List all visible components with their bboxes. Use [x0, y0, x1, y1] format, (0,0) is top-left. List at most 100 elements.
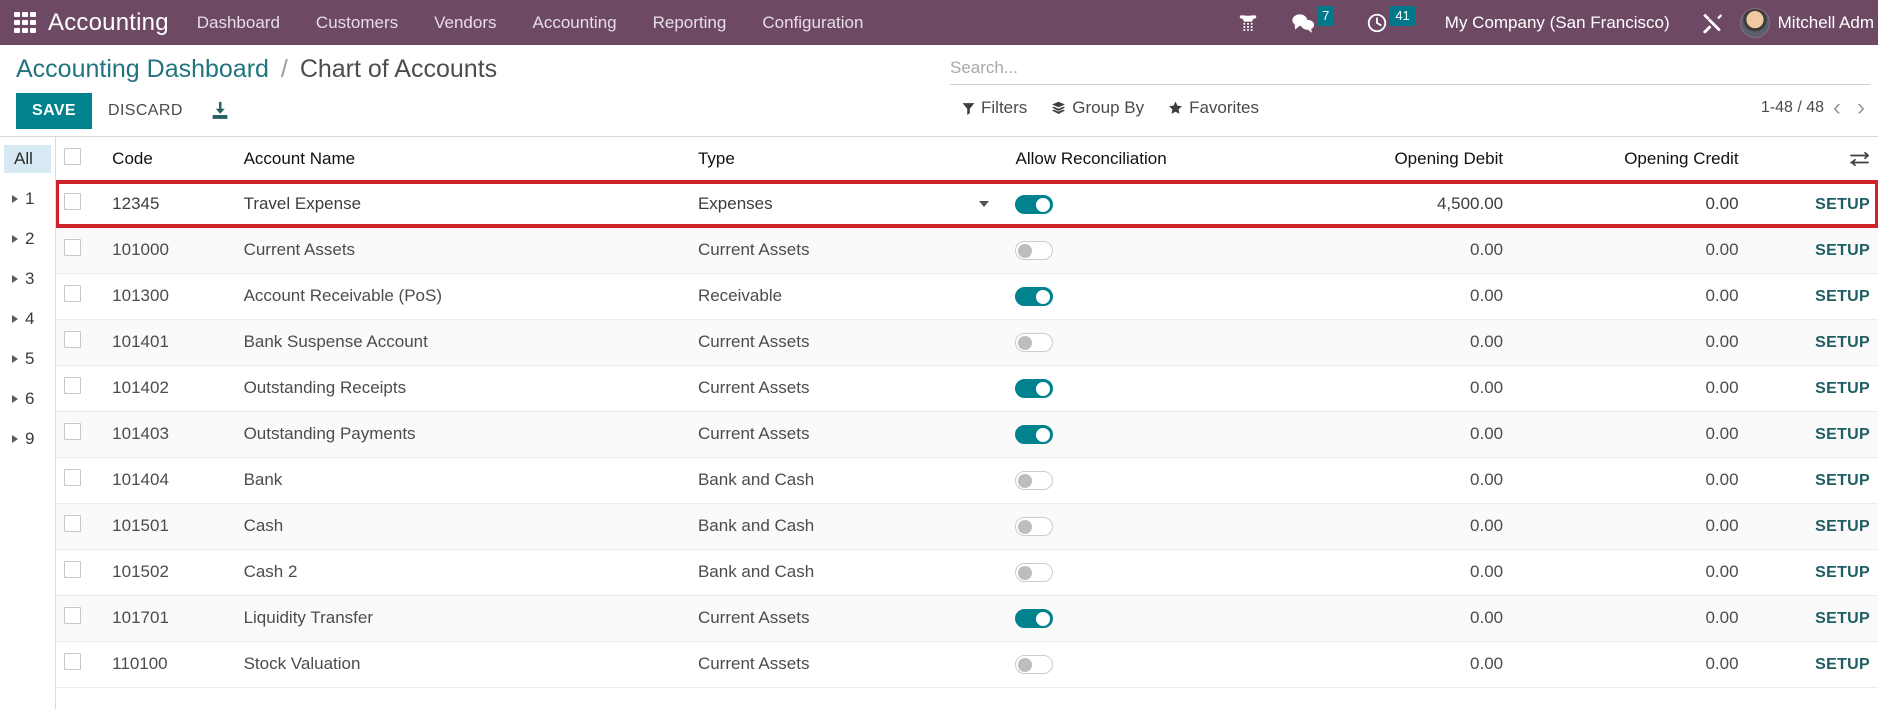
- table-row[interactable]: 101402 Outstanding Receipts Current Assets…: [56, 365, 1878, 411]
- cell-opening-debit[interactable]: 0.00: [1232, 549, 1511, 595]
- row-checkbox[interactable]: [64, 377, 81, 394]
- row-checkbox[interactable]: [64, 653, 81, 670]
- group-by-button[interactable]: Group By: [1039, 96, 1156, 120]
- app-brand-accounting[interactable]: Accounting: [46, 9, 179, 37]
- sidebar-item-all[interactable]: All: [4, 145, 51, 173]
- setup-button[interactable]: SETUP: [1815, 242, 1870, 259]
- table-row[interactable]: 101701 Liquidity Transfer Current Assets 0.…: [56, 595, 1878, 641]
- row-checkbox[interactable]: [64, 607, 81, 624]
- row-checkbox[interactable]: [64, 331, 81, 348]
- cell-opening-debit[interactable]: 0.00: [1232, 227, 1511, 273]
- favorites-button[interactable]: Favorites: [1156, 96, 1271, 120]
- chevron-left-icon[interactable]: ‹: [1826, 96, 1848, 120]
- cell-code[interactable]: 101300: [104, 273, 235, 319]
- sidebar-node-5[interactable]: 5: [0, 339, 55, 379]
- menu-customers[interactable]: Customers: [298, 1, 416, 45]
- cell-opening-credit[interactable]: 0.00: [1511, 503, 1746, 549]
- cell-opening-credit[interactable]: 0.00: [1511, 549, 1746, 595]
- table-row[interactable]: 101000 Current Assets Current Assets 0.00 0.…: [56, 227, 1878, 273]
- cell-opening-credit[interactable]: 0.00: [1511, 227, 1746, 273]
- company-switcher[interactable]: My Company (San Francisco): [1431, 13, 1684, 33]
- row-checkbox[interactable]: [64, 285, 81, 302]
- header-account-name[interactable]: Account Name: [235, 137, 690, 182]
- cell-account-name[interactable]: Outstanding Receipts: [236, 365, 690, 411]
- cell-account-name[interactable]: Bank: [236, 457, 690, 503]
- cell-account-name[interactable]: Cash: [236, 503, 690, 549]
- menu-accounting[interactable]: Accounting: [515, 1, 635, 45]
- cell-type[interactable]: Expenses: [690, 181, 1008, 227]
- table-row[interactable]: 101502 Cash 2 Bank and Cash 0.00 0.00 SETUP: [56, 549, 1878, 595]
- messaging-chat-icon[interactable]: 7: [1275, 0, 1350, 45]
- caret-right-icon[interactable]: [12, 275, 18, 283]
- cell-type[interactable]: Receivable: [690, 273, 1008, 319]
- row-checkbox[interactable]: [64, 193, 81, 210]
- setup-button[interactable]: SETUP: [1815, 196, 1870, 213]
- reconciliation-toggle[interactable]: [1015, 241, 1054, 260]
- header-code[interactable]: Code: [104, 137, 236, 182]
- setup-button[interactable]: SETUP: [1815, 334, 1870, 351]
- user-menu-name[interactable]: Mitchell Adm: [1778, 13, 1874, 33]
- reconciliation-toggle[interactable]: [1015, 425, 1054, 444]
- cell-type[interactable]: Bank and Cash: [690, 549, 1008, 595]
- menu-dashboard[interactable]: Dashboard: [179, 1, 298, 45]
- setup-button[interactable]: SETUP: [1815, 380, 1870, 397]
- setup-button[interactable]: SETUP: [1815, 610, 1870, 627]
- cell-code[interactable]: 101402: [104, 365, 235, 411]
- reconciliation-toggle[interactable]: [1015, 563, 1054, 582]
- setup-button[interactable]: SETUP: [1815, 472, 1870, 489]
- cell-code[interactable]: 101404: [104, 457, 235, 503]
- search-input[interactable]: [950, 57, 1870, 78]
- cell-account-name[interactable]: Stock Valuation: [236, 641, 690, 687]
- cell-code[interactable]: 101502: [104, 549, 235, 595]
- sidebar-node-9[interactable]: 9: [0, 419, 55, 459]
- table-row[interactable]: 101501 Cash Bank and Cash 0.00 0.00 SETUP: [56, 503, 1878, 549]
- header-type[interactable]: Type: [689, 137, 1008, 182]
- setup-button[interactable]: SETUP: [1815, 518, 1870, 535]
- cell-code[interactable]: 101000: [104, 227, 235, 273]
- sidebar-node-6[interactable]: 6: [0, 379, 55, 419]
- cell-code[interactable]: 101401: [104, 319, 235, 365]
- cell-opening-debit[interactable]: 0.00: [1232, 365, 1511, 411]
- cell-opening-credit[interactable]: 0.00: [1511, 641, 1746, 687]
- cell-account-name[interactable]: Travel Expense: [236, 181, 690, 227]
- setup-button[interactable]: SETUP: [1815, 656, 1870, 673]
- setup-button[interactable]: SETUP: [1815, 288, 1870, 305]
- user-avatar[interactable]: [1739, 7, 1770, 38]
- column-options-icon[interactable]: [1755, 151, 1870, 167]
- voip-dialpad-icon[interactable]: [1221, 0, 1275, 45]
- row-checkbox[interactable]: [64, 423, 81, 440]
- cell-opening-debit[interactable]: 0.00: [1232, 457, 1511, 503]
- sidebar-node-1[interactable]: 1: [0, 179, 55, 219]
- cell-opening-credit[interactable]: 0.00: [1511, 319, 1746, 365]
- cell-type[interactable]: Bank and Cash: [690, 503, 1008, 549]
- cell-opening-debit[interactable]: 0.00: [1232, 273, 1511, 319]
- cell-code[interactable]: 101403: [104, 411, 235, 457]
- reconciliation-toggle[interactable]: [1015, 333, 1054, 352]
- chevron-down-icon[interactable]: [979, 201, 990, 207]
- cell-account-name[interactable]: Bank Suspense Account: [236, 319, 690, 365]
- cell-code[interactable]: 110100: [104, 641, 235, 687]
- row-checkbox[interactable]: [64, 239, 81, 256]
- caret-right-icon[interactable]: [12, 395, 18, 403]
- caret-right-icon[interactable]: [12, 195, 18, 203]
- cell-type[interactable]: Current Assets: [690, 365, 1008, 411]
- reconciliation-toggle[interactable]: [1015, 379, 1054, 398]
- apps-grid-icon[interactable]: [12, 10, 38, 36]
- menu-reporting[interactable]: Reporting: [635, 1, 745, 45]
- cell-opening-debit[interactable]: 0.00: [1232, 319, 1511, 365]
- import-download-icon[interactable]: [199, 94, 241, 128]
- reconciliation-toggle[interactable]: [1015, 517, 1054, 536]
- cell-opening-credit[interactable]: 0.00: [1511, 181, 1746, 227]
- menu-vendors[interactable]: Vendors: [416, 1, 514, 45]
- table-row[interactable]: 101401 Bank Suspense Account Current Asset…: [56, 319, 1878, 365]
- chevron-right-icon[interactable]: ›: [1850, 96, 1872, 120]
- select-all-checkbox[interactable]: [64, 147, 81, 165]
- breadcrumb-accounting-dashboard[interactable]: Accounting Dashboard: [16, 55, 269, 83]
- row-checkbox[interactable]: [64, 515, 81, 532]
- cell-type[interactable]: Current Assets: [690, 227, 1008, 273]
- cell-type[interactable]: Current Assets: [690, 595, 1008, 641]
- cell-type[interactable]: Current Assets: [690, 641, 1008, 687]
- cell-code[interactable]: 101701: [104, 595, 235, 641]
- setup-button[interactable]: SETUP: [1815, 426, 1870, 443]
- discard-button[interactable]: DISCARD: [92, 93, 199, 129]
